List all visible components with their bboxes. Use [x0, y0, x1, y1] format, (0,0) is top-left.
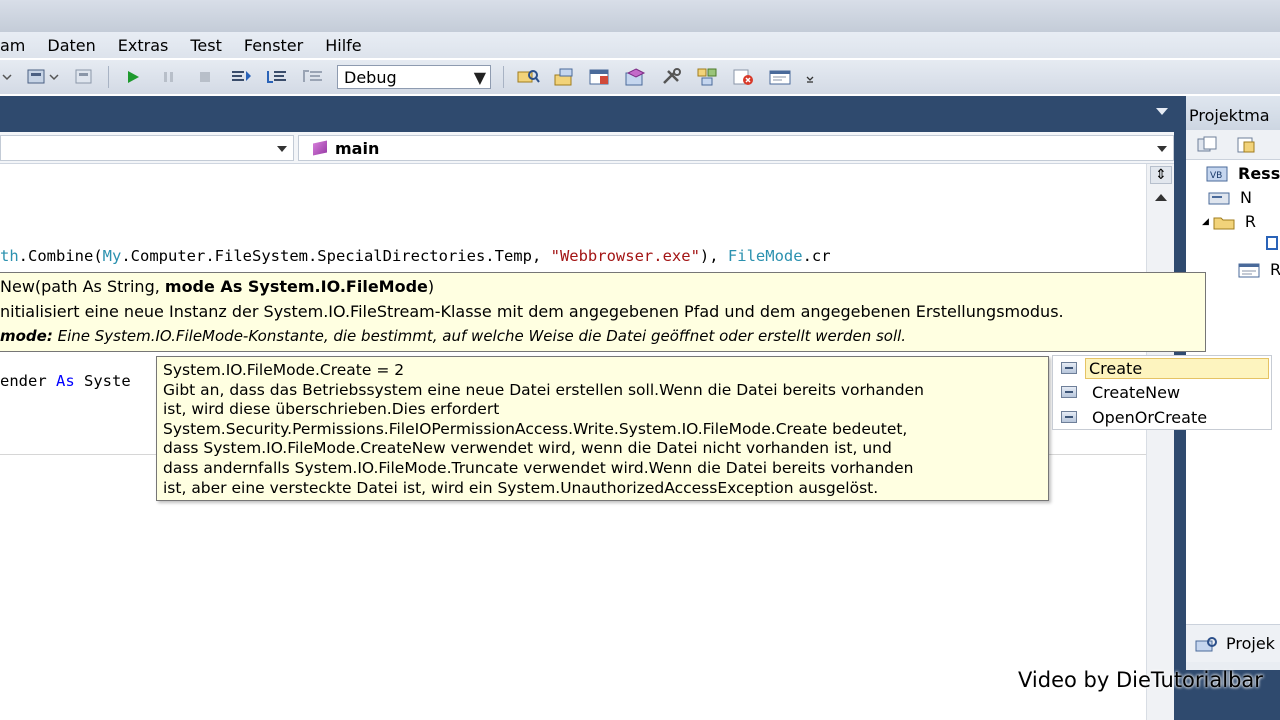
chevron-down-icon — [1157, 146, 1167, 152]
tree-item-folder[interactable]: ◢ R — [1202, 212, 1256, 231]
step-over-icon[interactable] — [265, 66, 289, 88]
tree-item-file[interactable] — [1266, 236, 1278, 250]
solution-explorer-tab[interactable]: Projek — [1186, 624, 1280, 662]
tree-item[interactable]: R — [1238, 260, 1280, 279]
solution-configuration-value: Debug — [344, 67, 397, 87]
solution-configuration-combo[interactable]: Debug ▼ — [337, 65, 491, 89]
tree-item-resources[interactable]: VB Ress — [1206, 164, 1280, 183]
standard-toolbar: Debug ▼ — [0, 60, 1280, 94]
tooltip-line: dass System.IO.FileMode.CreateNew verwen… — [163, 439, 892, 458]
panel-title: Projektma — [1186, 96, 1280, 130]
completion-item-create[interactable]: Create — [1053, 356, 1271, 380]
properties-window-icon[interactable] — [588, 66, 612, 88]
completion-list[interactable]: Create CreateNew OpenOrCreate — [1052, 355, 1272, 430]
method-name-dropdown[interactable]: main — [298, 135, 1174, 161]
tooltip-line: ist, wird diese überschrieben.Dies erfor… — [163, 400, 500, 419]
enum-member-icon — [1061, 386, 1077, 398]
code-line: th.Combine(My.Computer.FileSystem.Specia… — [0, 247, 831, 265]
enum-member-icon — [1061, 411, 1077, 423]
folder-open-icon — [1213, 217, 1235, 229]
tooltip-line: dass andernfalls System.IO.FileMode.Trun… — [163, 458, 914, 477]
menu-item-test[interactable]: Test — [179, 36, 233, 55]
document-tab-bar — [0, 96, 1176, 132]
toolbox-icon[interactable] — [660, 66, 684, 88]
output-window-icon[interactable] — [768, 66, 792, 88]
completion-item-openorcreate[interactable]: OpenOrCreate — [1053, 405, 1271, 429]
menu-bar: am Daten Extras Test Fenster Hilfe — [0, 32, 1280, 58]
my-project-icon — [1208, 192, 1230, 204]
scroll-up-icon[interactable] — [1150, 188, 1172, 206]
pause-icon[interactable] — [157, 66, 181, 88]
svg-text:VB: VB — [1210, 171, 1222, 181]
method-icon — [313, 140, 327, 156]
class-view-icon[interactable] — [696, 66, 720, 88]
chevron-down-icon: ▼ — [473, 67, 486, 87]
show-all-files-icon[interactable] — [1196, 134, 1222, 156]
toolbar-separator — [503, 66, 504, 88]
tree-item[interactable]: N — [1208, 188, 1252, 207]
chevron-down-icon — [277, 146, 287, 152]
solution-explorer-icon[interactable] — [552, 66, 576, 88]
code-line: ender As Syste — [0, 372, 131, 390]
toolbar-options-chevron-icon[interactable] — [804, 66, 816, 88]
error-list-icon[interactable] — [732, 66, 756, 88]
split-window-icon[interactable]: ⇕ — [1150, 166, 1172, 184]
method-description: nitialisiert eine neue Instanz der Syste… — [0, 302, 1064, 321]
navigation-bar: main — [0, 132, 1176, 164]
file-icon — [1266, 236, 1278, 250]
menu-item-help[interactable]: Hilfe — [314, 36, 372, 55]
menu-item-program[interactable]: am — [0, 36, 36, 55]
find-in-files-icon[interactable] — [516, 66, 540, 88]
navigate-forward-icon[interactable] — [72, 66, 96, 88]
menu-item-data[interactable]: Daten — [36, 36, 106, 55]
step-out-icon[interactable] — [301, 66, 325, 88]
method-name-value: main — [335, 138, 380, 158]
navigate-back-icon[interactable] — [26, 66, 60, 88]
enum-member-icon — [1061, 362, 1077, 374]
form-icon — [1238, 263, 1260, 277]
completion-item-createnew[interactable]: CreateNew — [1053, 380, 1271, 404]
panel-toolbar — [1186, 130, 1280, 160]
title-bar — [0, 0, 1280, 32]
undo-dropdown-icon[interactable] — [0, 66, 14, 88]
step-into-icon[interactable] — [229, 66, 253, 88]
solution-explorer-tab-icon — [1195, 636, 1217, 651]
active-files-dropdown-icon[interactable] — [1156, 108, 1168, 115]
class-name-dropdown[interactable] — [0, 135, 294, 161]
tooltip-line: System.IO.FileMode.Create = 2 — [163, 361, 405, 379]
start-debugging-icon[interactable] — [121, 66, 145, 88]
vb-project-icon: VB — [1206, 166, 1228, 181]
properties-icon[interactable] — [1236, 134, 1262, 156]
tooltip-line: System.Security.Permissions.FileIOPermis… — [163, 419, 908, 438]
tooltip-line: Gibt an, dass das Betriebssystem eine ne… — [163, 380, 924, 399]
object-browser-icon[interactable] — [624, 66, 648, 88]
method-signature: New(path As String, mode As System.IO.Fi… — [0, 277, 435, 296]
collapse-triangle-icon[interactable]: ◢ — [1202, 217, 1209, 227]
parameter-info-tooltip: New(path As String, mode As System.IO.Fi… — [0, 272, 1206, 352]
vertical-scrollbar[interactable]: ⇕ — [1146, 164, 1174, 720]
parameter-description: mode: Eine System.IO.FileMode-Konstante,… — [0, 327, 907, 345]
toolbar-separator — [108, 66, 109, 88]
stop-icon[interactable] — [193, 66, 217, 88]
member-info-tooltip: System.IO.FileMode.Create = 2 Gibt an, d… — [156, 356, 1049, 501]
menu-item-extras[interactable]: Extras — [107, 36, 180, 55]
menu-item-window[interactable]: Fenster — [233, 36, 314, 55]
tooltip-line: ist, aber eine versteckte Datei ist, wir… — [163, 478, 879, 497]
video-watermark: Video by DieTutorialbar — [1018, 668, 1263, 692]
